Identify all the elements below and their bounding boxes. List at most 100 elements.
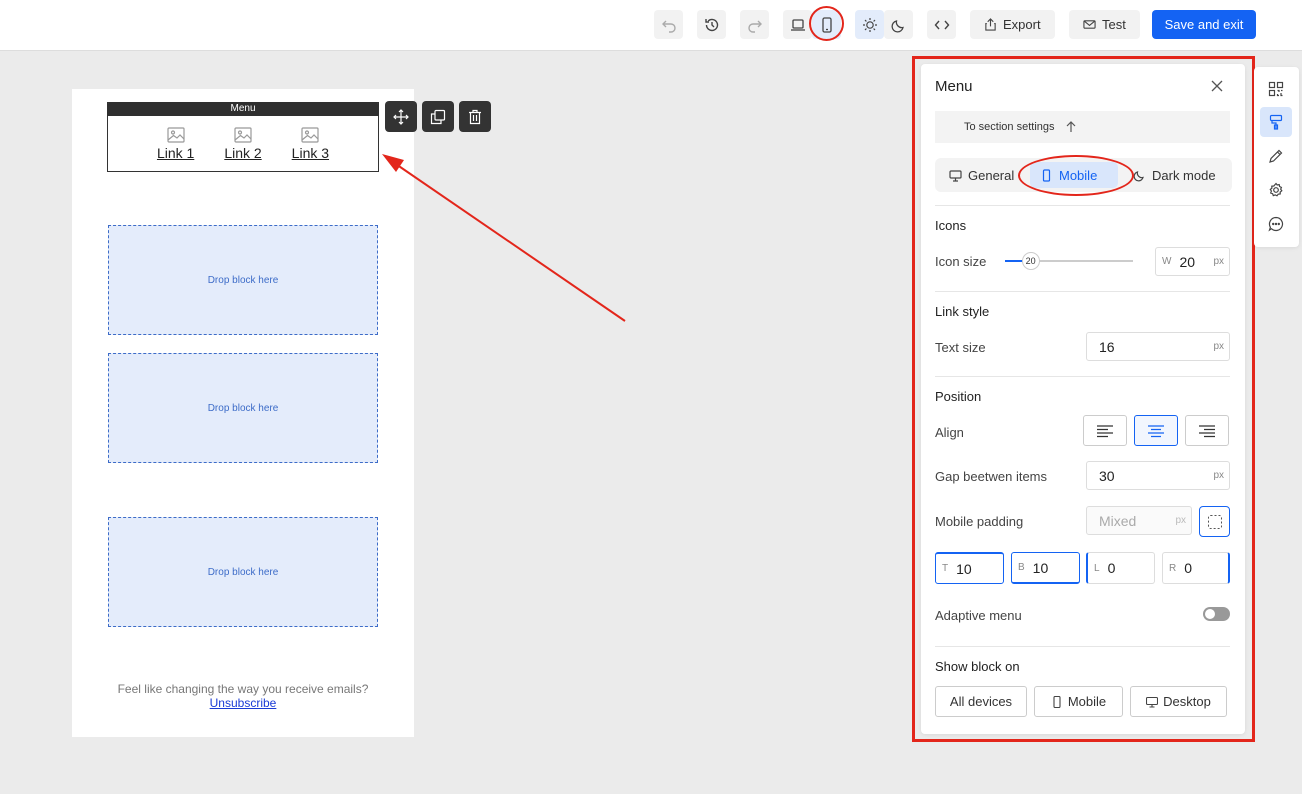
- align-center-icon: [1148, 424, 1164, 437]
- icon-size-slider[interactable]: 20: [1005, 252, 1133, 270]
- tab-label: Mobile: [1059, 167, 1098, 183]
- redo-icon: [747, 20, 762, 33]
- export-label: Export: [1003, 17, 1041, 32]
- gap-label: Gap beetwen items: [935, 469, 1048, 484]
- rail-settings-button[interactable]: [1260, 175, 1292, 205]
- mobile-view-button[interactable]: [812, 10, 841, 39]
- input-prefix: B: [1018, 562, 1025, 573]
- padding-top-input[interactable]: T 10: [935, 552, 1004, 584]
- menu-link-label: Link 2: [224, 145, 262, 161]
- divider: [935, 646, 1230, 647]
- show-all-devices-button[interactable]: All devices: [935, 686, 1027, 717]
- padding-right-value: 0: [1184, 560, 1193, 576]
- mobile-icon: [1053, 695, 1061, 708]
- gap-input[interactable]: 30 px: [1086, 461, 1230, 490]
- history-icon: [704, 18, 718, 31]
- save-and-exit-button[interactable]: Save and exit: [1152, 10, 1256, 39]
- mobile-icon: [1042, 168, 1051, 182]
- show-desktop-button[interactable]: Desktop: [1130, 686, 1227, 717]
- align-right-button[interactable]: [1185, 415, 1229, 446]
- redo-button[interactable]: [740, 10, 769, 39]
- toggle-knob: [1205, 609, 1215, 619]
- drop-zone-label: Drop block here: [207, 274, 279, 286]
- rail-comments-button[interactable]: [1260, 209, 1292, 239]
- move-block-button[interactable]: [385, 101, 417, 132]
- align-left-button[interactable]: [1083, 415, 1127, 446]
- slider-thumb[interactable]: 20: [1021, 252, 1040, 270]
- monitor-icon: [1146, 696, 1159, 708]
- settings-panel: Menu To section settings General Mobile …: [921, 64, 1245, 734]
- show-mobile-button[interactable]: Mobile: [1034, 686, 1123, 717]
- padding-bottom-input[interactable]: B 10: [1011, 552, 1080, 584]
- mobile-padding-label: Mobile padding: [935, 514, 1024, 529]
- footer-text: Feel like changing the way you receive e…: [117, 682, 369, 696]
- unit-label: px: [1175, 515, 1186, 526]
- undo-icon: [661, 20, 676, 33]
- to-section-label: To section settings: [964, 121, 1055, 133]
- tab-general[interactable]: General: [939, 162, 1024, 188]
- menu-link-2[interactable]: Link 2: [224, 127, 262, 161]
- text-size-value: 16: [1099, 338, 1115, 355]
- mobile-icon: [821, 16, 832, 33]
- chat-icon: [1268, 216, 1284, 232]
- view-tabs: General Mobile Dark mode: [935, 158, 1232, 192]
- right-rail: [1254, 67, 1299, 247]
- tab-mobile[interactable]: Mobile: [1030, 162, 1118, 188]
- menu-link-1[interactable]: Link 1: [157, 127, 194, 161]
- icons-section-title: Icons: [935, 218, 967, 233]
- desktop-view-button[interactable]: [783, 10, 812, 39]
- tab-dark-mode[interactable]: Dark mode: [1123, 162, 1226, 188]
- padding-left-input[interactable]: L 0: [1086, 552, 1155, 584]
- input-prefix: W: [1162, 256, 1172, 267]
- drop-zone-2[interactable]: Drop block here: [108, 353, 378, 463]
- dark-mode-button[interactable]: [884, 10, 913, 39]
- unsubscribe-link[interactable]: Unsubscribe: [72, 696, 414, 710]
- align-right-icon: [1199, 424, 1215, 437]
- drop-zone-1[interactable]: Drop block here: [108, 225, 378, 335]
- mail-icon: [1083, 20, 1096, 29]
- rail-style-button[interactable]: [1260, 107, 1292, 137]
- unit-label: px: [1213, 470, 1224, 481]
- menu-link-label: Link 1: [156, 145, 195, 161]
- tab-label: Dark mode: [1152, 167, 1216, 183]
- export-button[interactable]: Export: [970, 10, 1055, 39]
- adaptive-menu-toggle[interactable]: [1203, 607, 1230, 621]
- email-footer: Feel like changing the way you receive e…: [72, 682, 414, 710]
- menu-block[interactable]: Menu Link 1 Link 2 Link 3: [107, 102, 379, 172]
- divider: [935, 291, 1230, 292]
- sun-icon: [862, 17, 877, 32]
- code-button[interactable]: [927, 10, 956, 39]
- duplicate-block-button[interactable]: [422, 101, 454, 132]
- drop-zone-3[interactable]: Drop block here: [108, 517, 378, 627]
- arrow-up-icon: [1066, 121, 1075, 132]
- icon-size-label: Icon size: [935, 254, 987, 269]
- export-icon: [985, 18, 996, 31]
- close-icon[interactable]: [1210, 79, 1224, 93]
- undo-button[interactable]: [654, 10, 683, 39]
- light-mode-button[interactable]: [855, 10, 884, 39]
- icon-width-input[interactable]: W 20 px: [1155, 247, 1230, 276]
- gear-icon: [1269, 182, 1283, 197]
- move-icon: [393, 108, 409, 125]
- history-button[interactable]: [697, 10, 726, 39]
- input-prefix: L: [1094, 562, 1100, 574]
- dashed-square-icon: [1207, 514, 1222, 529]
- padding-toggle-button[interactable]: [1199, 506, 1230, 537]
- top-toolbar: Export Test Save and exit: [0, 0, 1302, 51]
- to-section-settings-button[interactable]: To section settings: [935, 111, 1230, 143]
- rail-qr-button[interactable]: [1260, 74, 1292, 104]
- qr-code-icon: [1268, 81, 1284, 97]
- panel-title: Menu: [935, 78, 973, 95]
- link-style-section-title: Link style: [935, 304, 990, 319]
- show-block-section-title: Show block on: [935, 659, 1020, 674]
- test-button[interactable]: Test: [1069, 10, 1140, 39]
- mobile-padding-input[interactable]: Mixed px: [1086, 506, 1192, 535]
- tab-label: General: [968, 167, 1015, 183]
- text-size-label: Text size: [935, 340, 986, 355]
- rail-edit-button[interactable]: [1260, 141, 1292, 171]
- delete-block-button[interactable]: [459, 101, 491, 132]
- padding-right-input[interactable]: R 0: [1162, 552, 1230, 584]
- align-center-button[interactable]: [1134, 415, 1178, 446]
- text-size-input[interactable]: 16 px: [1086, 332, 1230, 361]
- menu-link-3[interactable]: Link 3: [292, 127, 329, 161]
